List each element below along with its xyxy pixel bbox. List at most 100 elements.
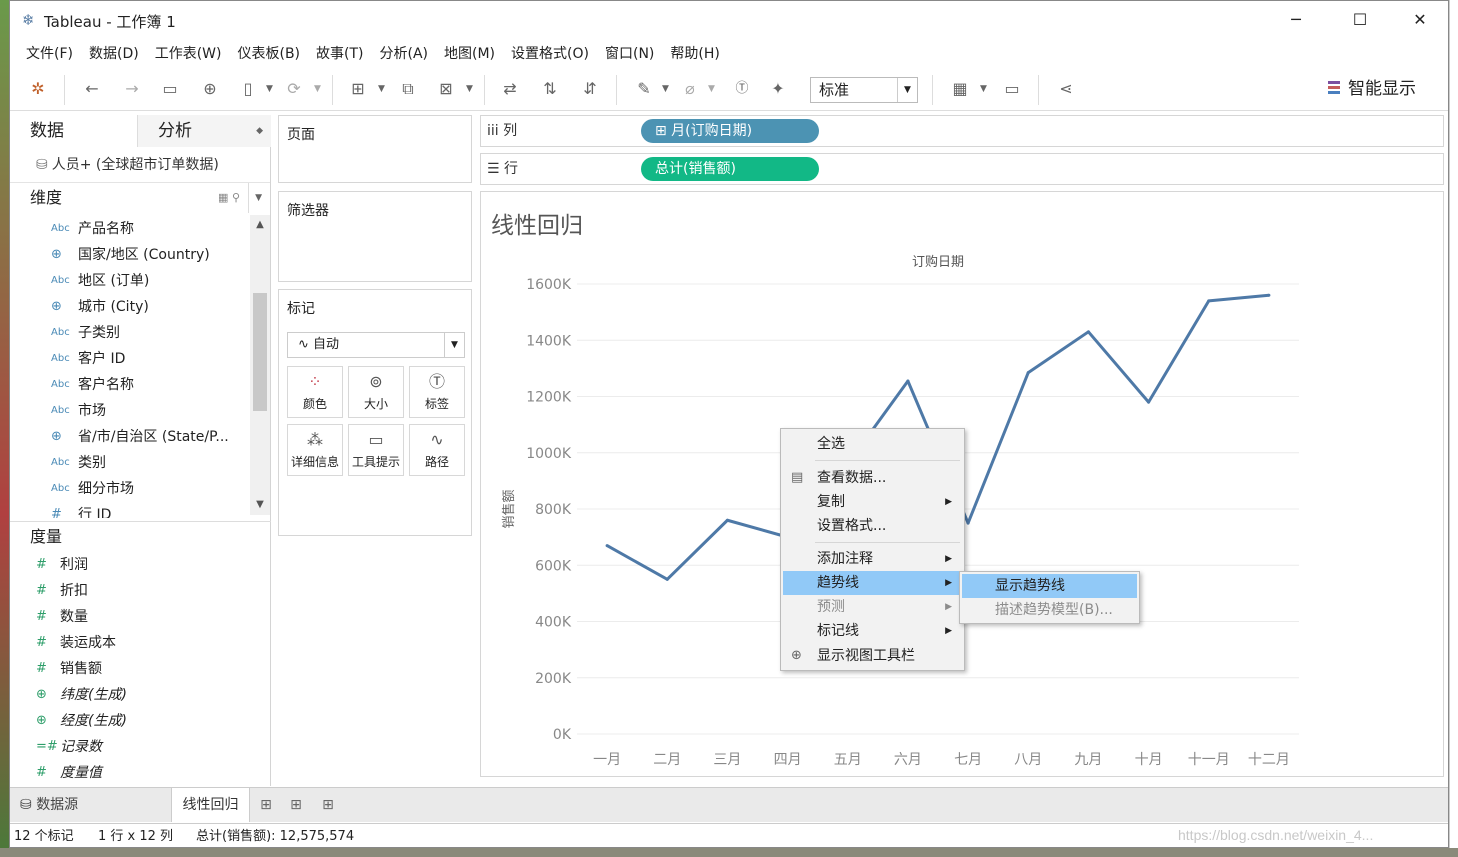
new-dashboard-tab-icon[interactable]: ⊞ [284, 793, 308, 817]
presentation-mode-icon[interactable]: ▭ [1000, 77, 1024, 101]
dropdown-icon[interactable]: ◆ [256, 115, 263, 147]
pause-updates-icon[interactable]: ▯ [236, 77, 260, 101]
dimension-field[interactable]: Abc 细分市场 [10, 476, 250, 502]
duplicate-sheet-icon[interactable]: ⧉ [396, 77, 420, 101]
pause-dropdown-icon[interactable]: ▼ [266, 77, 273, 101]
datasource-item[interactable]: ⛁ 人员+ (全球超市订单数据) [10, 147, 270, 183]
menu-item-forecast[interactable]: 预测 ▶ [783, 595, 962, 619]
menu-format[interactable]: 设置格式(O) [503, 43, 597, 63]
menu-analysis[interactable]: 分析(A) [372, 43, 437, 63]
sort-descending-icon[interactable]: ⇵ [578, 77, 602, 101]
show-cards-icon[interactable]: ▦ [948, 77, 972, 101]
new-worksheet-icon[interactable]: ⊞ [346, 77, 370, 101]
new-worksheet-tab-icon[interactable]: ⊞ [254, 793, 278, 817]
save-icon[interactable]: ▭ [158, 77, 182, 101]
measure-field[interactable]: ⊕ 经度(生成) [10, 708, 250, 734]
dimension-field[interactable]: Abc 客户名称 [10, 372, 250, 398]
tableau-home-icon[interactable]: ✲ [26, 77, 50, 101]
new-worksheet-dropdown-icon[interactable]: ▼ [378, 77, 385, 101]
columns-pill[interactable]: ⊞ 月(订购日期) [641, 119, 819, 143]
dimension-tools[interactable]: ▦ ⚲ [218, 183, 240, 213]
menu-item-annotate[interactable]: 添加注释 ▶ [783, 547, 962, 571]
menu-item-trend-lines[interactable]: 趋势线 ▶ [783, 571, 962, 595]
fit-select[interactable]: 标准 ▼ [810, 77, 918, 103]
mark-type-select[interactable]: ∿ 自动 ▼ [287, 332, 465, 358]
show-me-button[interactable]: 智能显示 [1328, 75, 1416, 103]
search-icon[interactable]: ⚲ [232, 191, 240, 204]
dimension-field[interactable]: Abc 子类别 [10, 320, 250, 346]
measure-field[interactable]: # 装运成本 [10, 630, 250, 656]
scrollbar-thumb[interactable] [253, 293, 267, 411]
share-icon[interactable]: ⋖ [1054, 77, 1078, 101]
label-button[interactable]: Ⓣ 标签 [409, 366, 465, 418]
highlight-icon[interactable]: ✎ [632, 77, 656, 101]
scroll-up-icon[interactable]: ▲ [253, 219, 267, 233]
tooltip-button[interactable]: ▭ 工具提示 [348, 424, 404, 476]
menu-worksheet[interactable]: 工作表(W) [147, 43, 230, 63]
sort-ascending-icon[interactable]: ⇅ [538, 77, 562, 101]
menu-map[interactable]: 地图(M) [436, 43, 503, 63]
scroll-down-icon[interactable]: ▼ [253, 499, 267, 513]
measure-field[interactable]: # 数量 [10, 604, 250, 630]
refresh-dropdown-icon[interactable]: ▼ [314, 77, 321, 101]
rows-shelf[interactable]: ☰ 行 总计(销售额) [480, 153, 1444, 185]
menu-item-select-all[interactable]: 全选 [783, 432, 962, 456]
sheet-tab[interactable]: 线性回归 [172, 788, 250, 822]
dimension-field[interactable]: ⊕ 省/市/自治区 (State/P... [10, 424, 250, 450]
datasource-tab[interactable]: ⛁ 数据源 [10, 788, 172, 822]
menu-file[interactable]: 文件(F) [18, 43, 81, 63]
dimension-field[interactable]: Abc 类别 [10, 450, 250, 476]
measure-field[interactable]: # 度量值 [10, 760, 250, 786]
menu-item-copy[interactable]: 复制 ▶ [783, 490, 962, 514]
highlight-dropdown-icon[interactable]: ▼ [662, 77, 669, 101]
measure-field[interactable]: # 销售额 [10, 656, 250, 682]
tab-analysis[interactable]: 分析 ◆ [138, 115, 271, 147]
show-labels-icon[interactable]: Ⓣ [730, 77, 754, 101]
undo-icon[interactable]: ← [80, 77, 104, 101]
clear-dropdown-icon[interactable]: ▼ [466, 77, 473, 101]
dimension-field[interactable]: # 行 ID [10, 502, 250, 518]
menu-item-show-trend-lines[interactable]: 显示趋势线 [962, 574, 1137, 598]
size-button[interactable]: ⊚ 大小 [348, 366, 404, 418]
close-button[interactable]: ✕ [1398, 7, 1442, 33]
minimize-button[interactable]: ─ [1274, 7, 1318, 33]
new-story-tab-icon[interactable]: ⊞ [316, 793, 340, 817]
pages-card[interactable]: 页面 [278, 115, 472, 183]
dimension-field[interactable]: ⊕ 国家/地区 (Country) [10, 242, 250, 268]
maximize-button[interactable]: ☐ [1338, 7, 1382, 33]
menu-story[interactable]: 故事(T) [308, 43, 371, 63]
rows-pill[interactable]: 总计(销售额) [641, 157, 819, 181]
menu-item-format[interactable]: 设置格式... [783, 514, 962, 538]
path-button[interactable]: ∿ 路径 [409, 424, 465, 476]
dimension-field[interactable]: Abc 产品名称 [10, 216, 250, 242]
fix-axes-icon[interactable]: ✦ [766, 77, 790, 101]
menu-window[interactable]: 窗口(N) [597, 43, 662, 63]
dimensions-dropdown-icon[interactable]: ▼ [248, 183, 262, 213]
menu-item-view-toolbar[interactable]: ⊕ 显示视图工具栏 [783, 644, 962, 668]
group-members-icon[interactable]: ⌀ [678, 77, 702, 101]
menu-help[interactable]: 帮助(H) [662, 43, 727, 63]
measure-field[interactable]: # 利润 [10, 552, 250, 578]
dimension-field[interactable]: Abc 地区 (订单) [10, 268, 250, 294]
measure-field[interactable]: =# 记录数 [10, 734, 250, 760]
dimension-field[interactable]: ⊕ 城市 (City) [10, 294, 250, 320]
menu-item-reference-lines[interactable]: 标记线 ▶ [783, 619, 962, 643]
group-dropdown-icon[interactable]: ▼ [708, 77, 715, 101]
color-button[interactable]: ⁘ 颜色 [287, 366, 343, 418]
cards-dropdown-icon[interactable]: ▼ [980, 77, 987, 101]
menu-data[interactable]: 数据(D) [81, 43, 147, 63]
list-view-icon[interactable]: ▦ [218, 191, 228, 204]
dimensions-scrollbar[interactable]: ▲ ▼ [250, 215, 270, 515]
clear-sheet-icon[interactable]: ⊠ [434, 77, 458, 101]
columns-shelf[interactable]: iii 列 ⊞ 月(订购日期) [480, 115, 1444, 147]
measure-field[interactable]: ⊕ 纬度(生成) [10, 682, 250, 708]
menu-item-view-data[interactable]: ▤ 查看数据... [783, 466, 962, 490]
tab-data[interactable]: 数据 [10, 115, 138, 147]
menu-dashboard[interactable]: 仪表板(B) [229, 43, 308, 63]
new-datasource-icon[interactable]: ⊕ [198, 77, 222, 101]
dimension-field[interactable]: Abc 客户 ID [10, 346, 250, 372]
menu-item-describe-trend-model[interactable]: 描述趋势模型(B)... [962, 598, 1137, 622]
dimension-field[interactable]: Abc 市场 [10, 398, 250, 424]
swap-rows-columns-icon[interactable]: ⇄ [498, 77, 522, 101]
redo-icon[interactable]: → [120, 77, 144, 101]
